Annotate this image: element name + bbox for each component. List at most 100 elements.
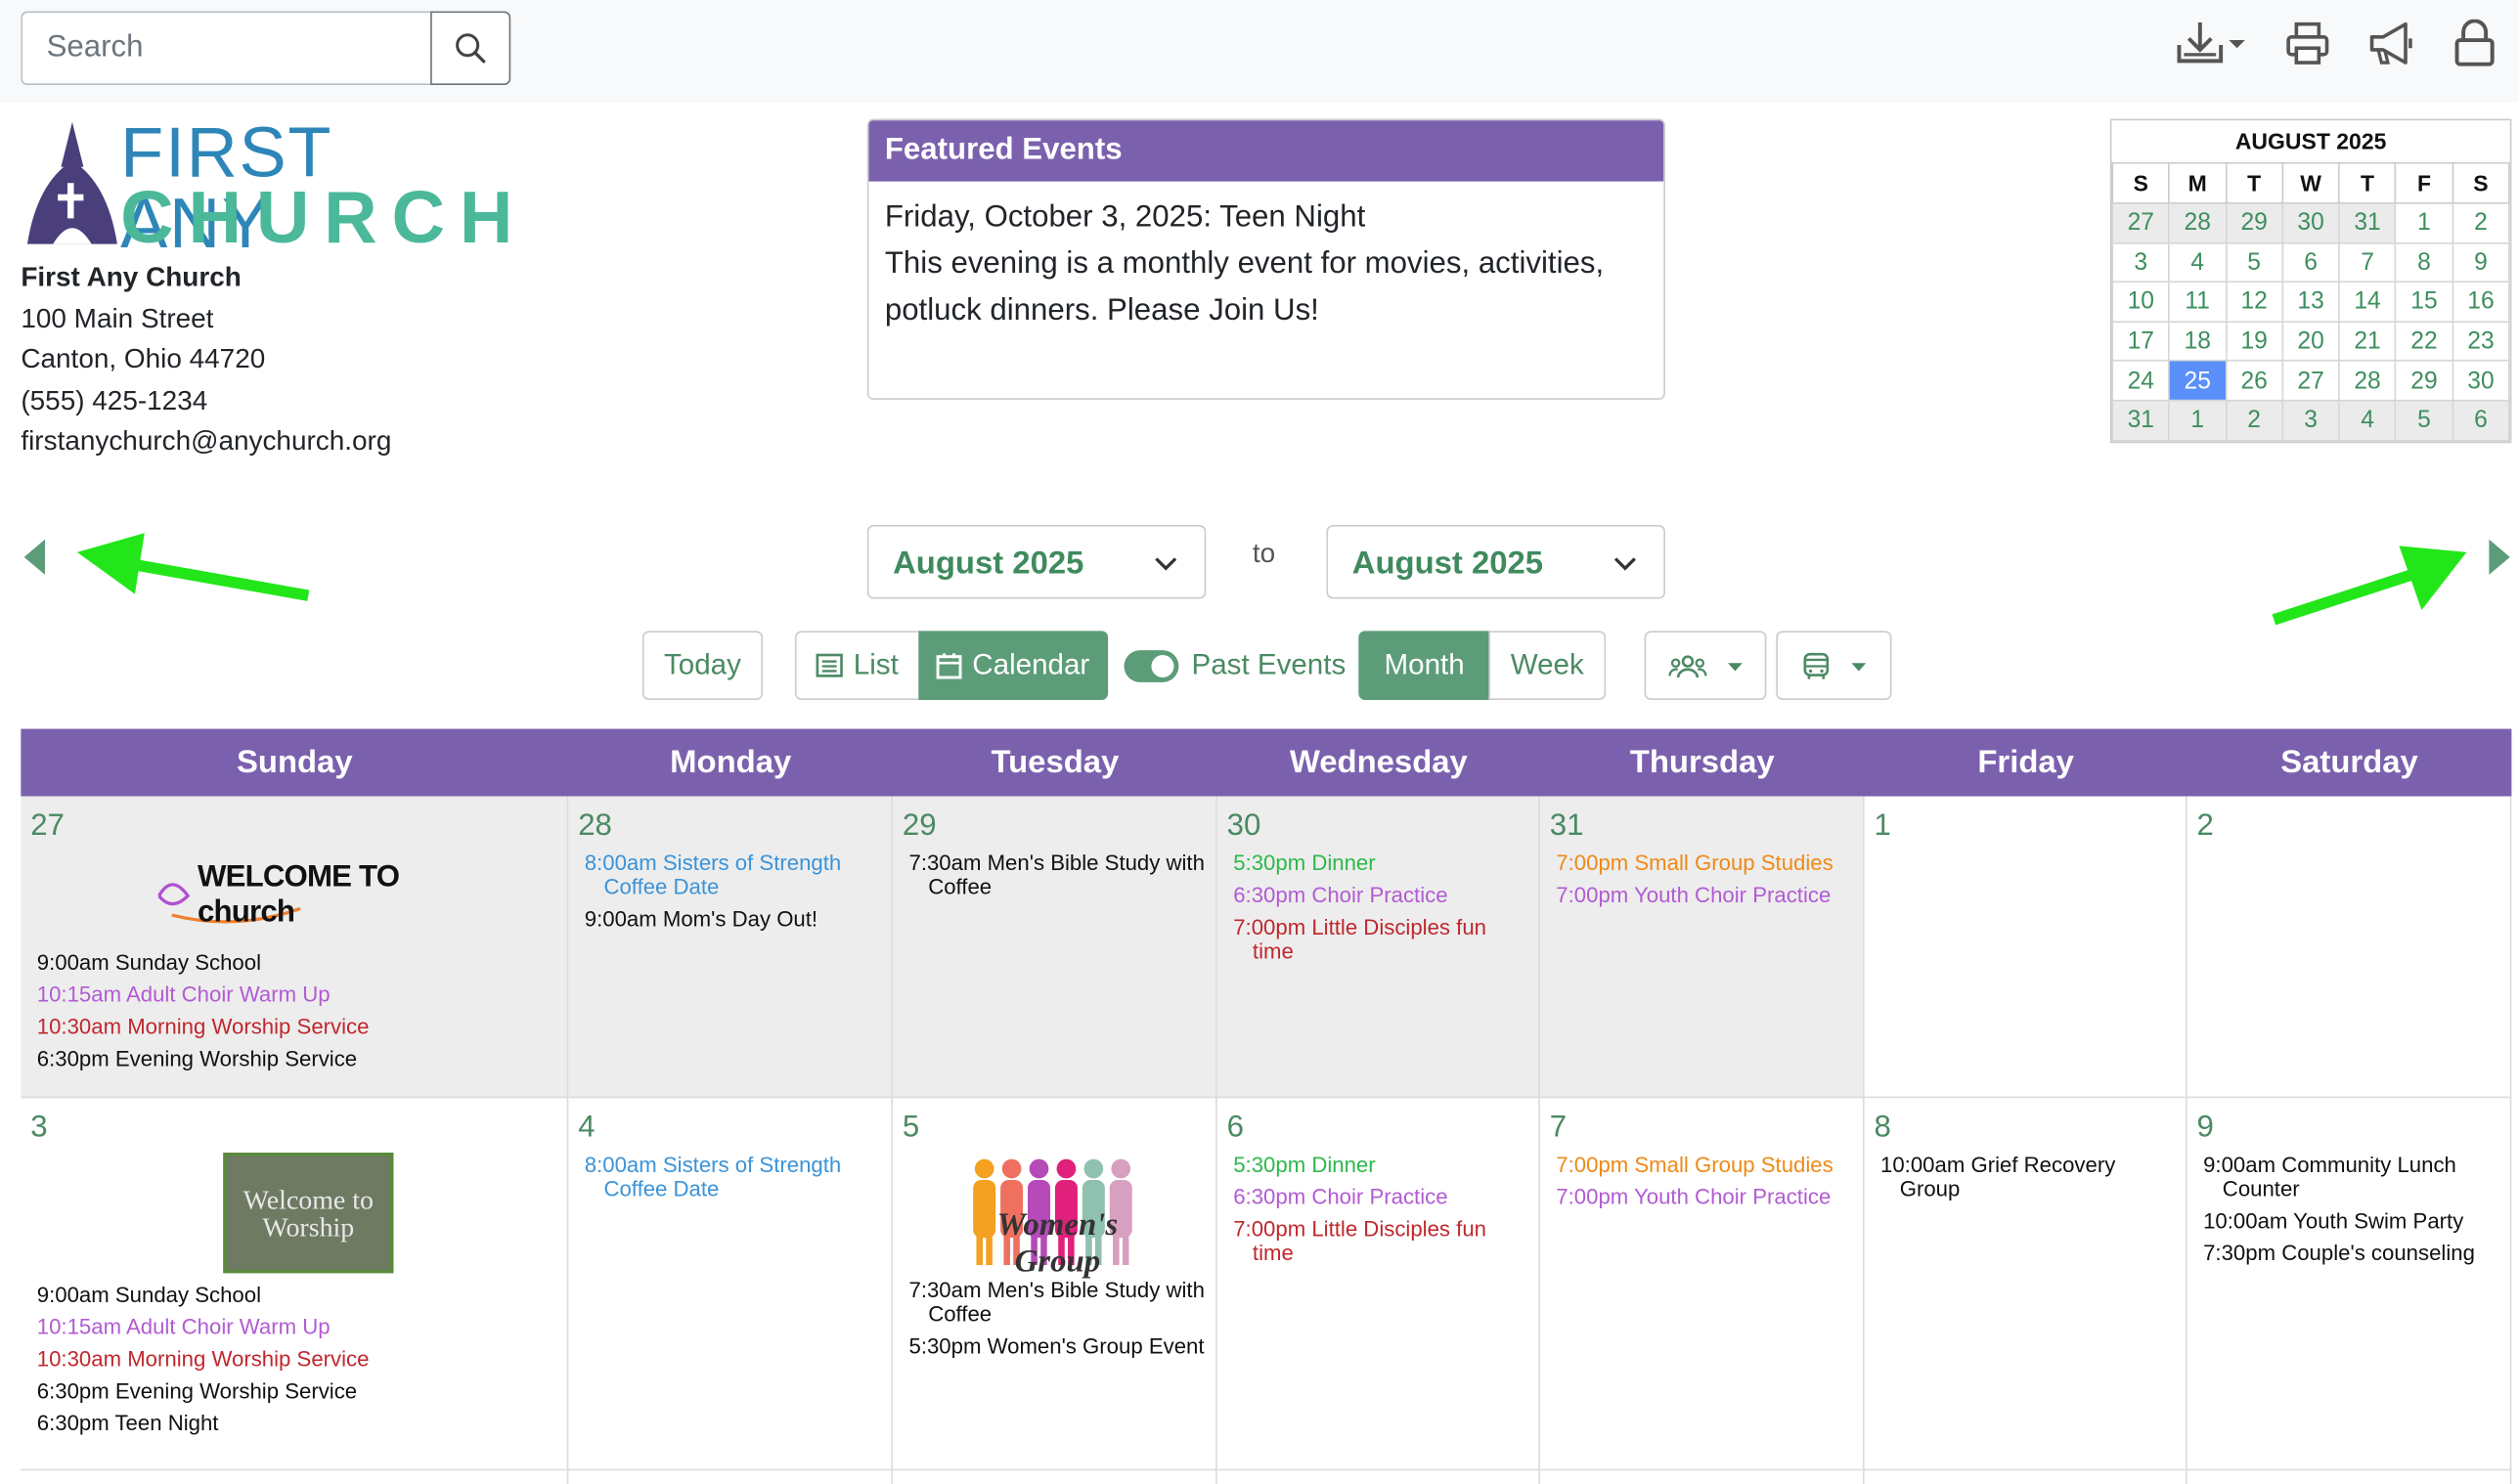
mini-calendar-day[interactable]: 21 bbox=[2338, 321, 2397, 363]
mini-calendar-day[interactable]: 5 bbox=[2225, 241, 2283, 284]
mini-calendar-day[interactable]: 12 bbox=[2225, 281, 2283, 323]
mini-calendar-day[interactable]: 26 bbox=[2225, 360, 2283, 402]
mini-calendar-day[interactable]: 8 bbox=[2395, 241, 2453, 284]
print-button[interactable] bbox=[2283, 20, 2331, 67]
mini-calendar-day[interactable]: 28 bbox=[2168, 201, 2228, 243]
mini-calendar-day[interactable]: 20 bbox=[2281, 321, 2340, 363]
mini-calendar-day[interactable]: 19 bbox=[2225, 321, 2283, 363]
day-number[interactable]: 4 bbox=[578, 1111, 881, 1146]
mini-calendar-day[interactable]: 4 bbox=[2168, 241, 2228, 284]
church-email[interactable]: firstanychurch@anychurch.org bbox=[21, 420, 391, 461]
calendar-event[interactable]: 6:30pm Evening Worship Service bbox=[37, 1047, 557, 1071]
mini-calendar-day[interactable]: 11 bbox=[2168, 281, 2228, 323]
mini-calendar-day[interactable]: 17 bbox=[2111, 321, 2171, 363]
calendar-event[interactable]: 10:00am Youth Swim Party bbox=[2203, 1209, 2500, 1234]
calendar-event[interactable]: 8:00am Sisters of Strength Coffee Date bbox=[585, 1153, 882, 1200]
calendar-event[interactable]: 7:00pm Youth Choir Practice bbox=[1556, 1185, 1853, 1209]
mini-calendar-day[interactable]: 1 bbox=[2168, 399, 2228, 441]
calendar-event[interactable]: 7:30pm Couple's counseling bbox=[2203, 1241, 2500, 1265]
calendar-event[interactable]: 7:00pm Little Disciples fun time bbox=[1233, 915, 1528, 963]
search-input[interactable] bbox=[21, 11, 431, 86]
month-view-button[interactable]: Month bbox=[1358, 631, 1490, 700]
calendar-event[interactable]: 9:00am Sunday School bbox=[37, 950, 557, 975]
calendar-event[interactable]: 7:30am Men's Bible Study with Coffee bbox=[908, 1278, 1206, 1326]
calendar-event[interactable]: 6:30pm Evening Worship Service bbox=[37, 1379, 557, 1404]
calendar-day-cell[interactable]: 6 5:30pm Dinner 6:30pm Choir Practice 7:00p… bbox=[1216, 1098, 1540, 1471]
mini-calendar-day[interactable]: 3 bbox=[2111, 241, 2171, 284]
mini-calendar-day[interactable]: 14 bbox=[2338, 281, 2397, 323]
welcome-to-church-image[interactable]: WELCOME TO church bbox=[150, 851, 439, 940]
day-number[interactable]: 28 bbox=[578, 809, 881, 845]
calendar-day-cell[interactable]: 27 WELCOME TO church 9:00am Sunday School 1… bbox=[21, 796, 569, 1099]
mini-calendar-day[interactable]: 25 bbox=[2168, 360, 2228, 402]
download-menu-button[interactable] bbox=[2175, 20, 2249, 67]
today-button[interactable]: Today bbox=[641, 631, 764, 700]
mini-calendar-day[interactable]: 1 bbox=[2395, 201, 2453, 243]
day-number[interactable]: 31 bbox=[1550, 809, 1853, 845]
calendar-event[interactable]: 10:30am Morning Worship Service bbox=[37, 1347, 557, 1372]
list-view-button[interactable]: List bbox=[794, 631, 920, 700]
calendar-day-cell[interactable]: 29 7:30am Men's Bible Study with Coffee bbox=[893, 796, 1217, 1099]
calendar-event[interactable]: 5:30pm Dinner bbox=[1233, 1153, 1528, 1177]
groups-filter-button[interactable] bbox=[1644, 631, 1767, 700]
mini-calendar-day[interactable]: 10 bbox=[2111, 281, 2171, 323]
calendar-event[interactable]: 6:30pm Teen Night bbox=[37, 1411, 557, 1435]
mini-calendar-day[interactable]: 31 bbox=[2111, 399, 2171, 441]
calendar-event[interactable]: 7:00pm Little Disciples fun time bbox=[1233, 1217, 1528, 1265]
day-number[interactable]: 29 bbox=[903, 809, 1206, 845]
calendar-day-cell[interactable]: 4 8:00am Sisters of Strength Coffee Date bbox=[568, 1098, 894, 1471]
calendar-event[interactable]: 5:30pm Dinner bbox=[1233, 851, 1528, 875]
calendar-event[interactable]: 6:30pm Choir Practice bbox=[1233, 1185, 1528, 1209]
calendar-event[interactable]: 7:30am Men's Bible Study with Coffee bbox=[908, 851, 1206, 898]
day-number[interactable]: 1 bbox=[1874, 809, 2176, 845]
mini-calendar-day[interactable]: 24 bbox=[2111, 360, 2171, 402]
mini-calendar-day[interactable]: 27 bbox=[2281, 360, 2340, 402]
calendar-event[interactable]: 6:30pm Choir Practice bbox=[1233, 883, 1528, 907]
mini-calendar-day[interactable]: 22 bbox=[2395, 321, 2453, 363]
resources-filter-button[interactable] bbox=[1776, 631, 1892, 700]
calendar-event[interactable]: 9:00am Sunday School bbox=[37, 1283, 557, 1307]
calendar-day-cell[interactable]: 5 Women's Group 7:30am Men's Bible Study w… bbox=[893, 1098, 1217, 1471]
day-number[interactable]: 7 bbox=[1550, 1111, 1853, 1146]
mini-calendar-day[interactable]: 23 bbox=[2452, 321, 2510, 363]
mini-calendar-day[interactable]: 29 bbox=[2225, 201, 2283, 243]
calendar-view-button[interactable]: Calendar bbox=[918, 631, 1109, 700]
calendar-event[interactable]: 9:00am Mom's Day Out! bbox=[585, 907, 882, 932]
mini-calendar-day[interactable]: 28 bbox=[2338, 360, 2397, 402]
mini-calendar-day[interactable]: 31 bbox=[2338, 201, 2397, 243]
calendar-day-cell[interactable]: 7 7:00pm Small Group Studies 7:00pm Youth … bbox=[1539, 1098, 1865, 1471]
previous-month-button[interactable] bbox=[22, 538, 48, 585]
mini-calendar-day[interactable]: 27 bbox=[2111, 201, 2171, 243]
mini-calendar-day[interactable]: 13 bbox=[2281, 281, 2340, 323]
calendar-event[interactable]: 7:00pm Small Group Studies bbox=[1556, 851, 1853, 875]
day-number[interactable]: 8 bbox=[1874, 1111, 2176, 1146]
calendar-event[interactable]: 10:15am Adult Choir Warm Up bbox=[37, 982, 557, 1007]
calendar-day-cell[interactable]: 2 bbox=[2187, 796, 2512, 1099]
calendar-event[interactable]: 10:15am Adult Choir Warm Up bbox=[37, 1315, 557, 1339]
mini-calendar-day[interactable]: 4 bbox=[2338, 399, 2397, 441]
day-number[interactable]: 3 bbox=[30, 1111, 557, 1146]
womens-group-image[interactable]: Women's Group bbox=[964, 1153, 1144, 1280]
mini-calendar-day[interactable]: 29 bbox=[2395, 360, 2453, 402]
mini-calendar-day[interactable]: 30 bbox=[2281, 201, 2340, 243]
calendar-day-cell[interactable]: 9 9:00am Community Lunch Counter 10:00am Y… bbox=[2187, 1098, 2512, 1471]
calendar-event[interactable]: 9:00am Community Lunch Counter bbox=[2203, 1153, 2500, 1200]
from-month-select[interactable]: August 2025 bbox=[866, 524, 1207, 599]
mini-calendar-day[interactable]: 2 bbox=[2225, 399, 2283, 441]
calendar-event[interactable]: 7:00pm Small Group Studies bbox=[1556, 1153, 1853, 1177]
calendar-event[interactable]: 5:30pm Women's Group Event bbox=[908, 1334, 1206, 1359]
day-number[interactable]: 6 bbox=[1227, 1111, 1529, 1146]
mini-calendar-day[interactable]: 16 bbox=[2452, 281, 2510, 323]
day-number[interactable]: 5 bbox=[903, 1111, 1206, 1146]
day-number[interactable]: 9 bbox=[2197, 1111, 2500, 1146]
mini-calendar-day[interactable]: 30 bbox=[2452, 360, 2510, 402]
announce-button[interactable] bbox=[2367, 20, 2419, 67]
calendar-event[interactable]: 10:00am Grief Recovery Group bbox=[1880, 1153, 2176, 1200]
mini-calendar-day[interactable]: 15 bbox=[2395, 281, 2453, 323]
mini-calendar-day[interactable]: 18 bbox=[2168, 321, 2228, 363]
mini-calendar-day[interactable]: 6 bbox=[2452, 399, 2510, 441]
calendar-day-cell[interactable]: 31 7:00pm Small Group Studies 7:00pm Youth… bbox=[1539, 796, 1865, 1099]
to-month-select[interactable]: August 2025 bbox=[1326, 524, 1665, 599]
mini-calendar-day[interactable]: 2 bbox=[2452, 201, 2510, 243]
mini-calendar-day[interactable]: 7 bbox=[2338, 241, 2397, 284]
